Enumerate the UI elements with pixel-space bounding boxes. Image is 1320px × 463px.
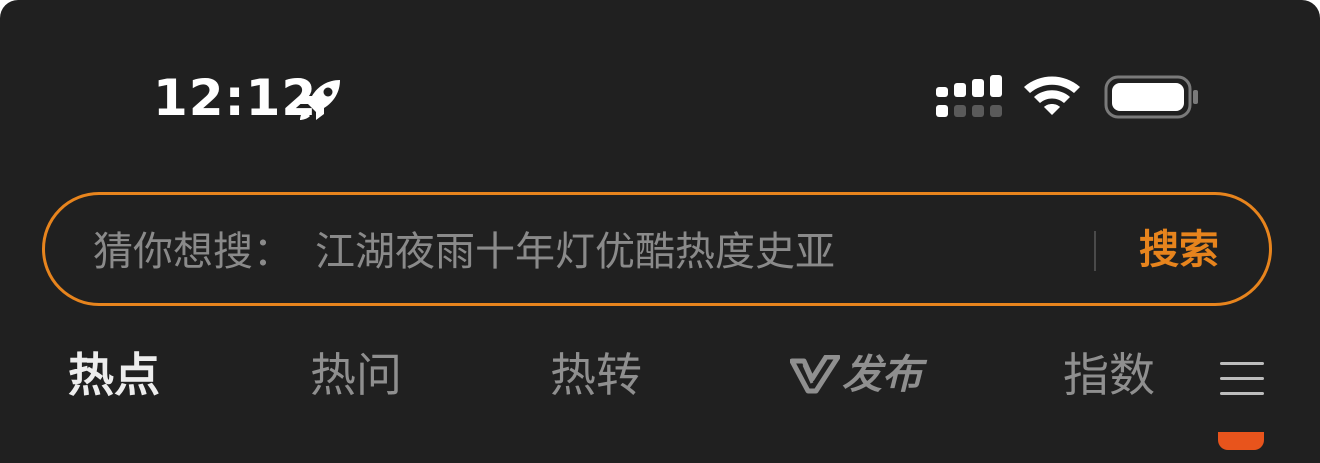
tab-hot-forward[interactable]: 热转 [550, 347, 642, 403]
search-button[interactable]: 搜索 [1139, 225, 1219, 275]
tab-v-publish[interactable]: 发布 [790, 347, 922, 403]
tab-index[interactable]: 指数 [1063, 347, 1155, 403]
status-bar: 12:12 [0, 62, 1320, 132]
cellular-signal-icon [936, 75, 1002, 117]
feed-badge [1218, 432, 1264, 450]
app-screen: 12:12 猜你想搜： 江湖夜雨十年灯优酷热度史亚 搜索 热点 热问 热转 发布… [0, 0, 1320, 463]
search-suggestion-text[interactable]: 江湖夜雨十年灯优酷热度史亚 [315, 227, 835, 277]
status-time: 12:12 [153, 69, 318, 127]
tab-hot-ask[interactable]: 热问 [310, 347, 402, 403]
search-bar[interactable]: 猜你想搜： 江湖夜雨十年灯优酷热度史亚 搜索 [42, 192, 1272, 306]
search-divider [1094, 231, 1096, 271]
tab-v-publish-label: 发布 [842, 352, 922, 398]
rocket-icon [300, 80, 340, 120]
v-logo-icon [790, 355, 840, 394]
wifi-icon [1024, 76, 1080, 115]
search-prefix-label: 猜你想搜： [93, 229, 293, 275]
menu-icon[interactable] [1220, 360, 1264, 396]
feed-peek [0, 432, 1320, 463]
battery-icon [1104, 75, 1198, 119]
tab-hot[interactable]: 热点 [68, 347, 160, 403]
tab-bar: 热点 热问 热转 发布 指数 [0, 322, 1320, 442]
